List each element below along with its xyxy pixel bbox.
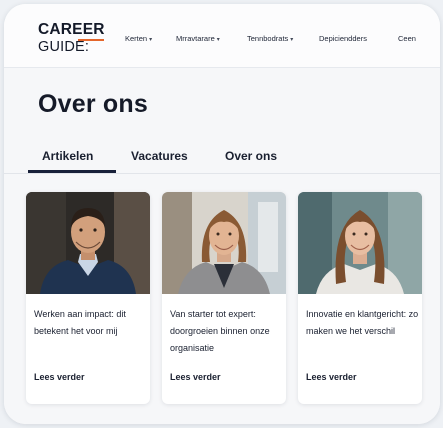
article-title: Van starter tot expert: doorgroeien binn…: [170, 309, 270, 353]
article-title: Innovatie en klantgericht: zo maken we h…: [306, 309, 419, 336]
nav-item-1-label: Kerten: [125, 34, 148, 43]
main-content: Over ons Artikelen Vacatures Over ons We…: [4, 68, 440, 424]
nav-item-5-label: Ceen: [398, 34, 416, 43]
article-card[interactable]: Innovatie en klantgericht: zo maken we h…: [298, 192, 422, 404]
page-title: Over ons: [38, 90, 148, 118]
career-guide-logo[interactable]: CAREER GUIDE:: [38, 22, 108, 58]
read-more-link[interactable]: Lees verder: [306, 372, 357, 382]
nav-item-2-label: Mrravtarare: [176, 34, 215, 43]
tab-artikelen[interactable]: Artikelen: [42, 149, 93, 163]
logo-text-line2: GUIDE:: [38, 39, 90, 55]
chevron-down-icon: ▾: [290, 37, 294, 43]
nav-item-4[interactable]: Depiciendders: [319, 34, 367, 43]
article-photo: [26, 192, 150, 294]
nav-item-3[interactable]: Tennbodrats ▾: [247, 34, 293, 43]
logo-text-line1: CAREER: [38, 21, 105, 38]
article-title: Werken aan impact: dit betekent het voor…: [34, 309, 126, 336]
tabs-divider: [4, 173, 440, 174]
browser-frame: CAREER GUIDE: Kerten ▾ Mrravtarare ▾ Tennb…: [4, 4, 440, 424]
chevron-down-icon: ▾: [149, 37, 153, 43]
read-more-link[interactable]: Lees verder: [170, 372, 221, 382]
article-photo: [298, 192, 422, 294]
chevron-down-icon: ▾: [216, 37, 220, 43]
nav-item-3-label: Tennbodrats: [247, 34, 289, 43]
nav-item-2[interactable]: Mrravtarare ▾: [176, 34, 220, 43]
nav-item-5[interactable]: Ceen: [398, 34, 416, 43]
article-card[interactable]: Van starter tot expert: doorgroeien binn…: [162, 192, 286, 404]
tab-vacatures[interactable]: Vacatures: [131, 149, 188, 163]
nav-item-4-label: Depiciendders: [319, 34, 367, 43]
tab-over-ons[interactable]: Over ons: [225, 149, 277, 163]
article-photo: [162, 192, 286, 294]
nav-item-1[interactable]: Kerten ▾: [125, 34, 152, 43]
site-header: CAREER GUIDE: Kerten ▾ Mrravtarare ▾ Tennb…: [4, 4, 440, 68]
read-more-link[interactable]: Lees verder: [34, 372, 85, 382]
article-card[interactable]: Werken aan impact: dit betekent het voor…: [26, 192, 150, 404]
